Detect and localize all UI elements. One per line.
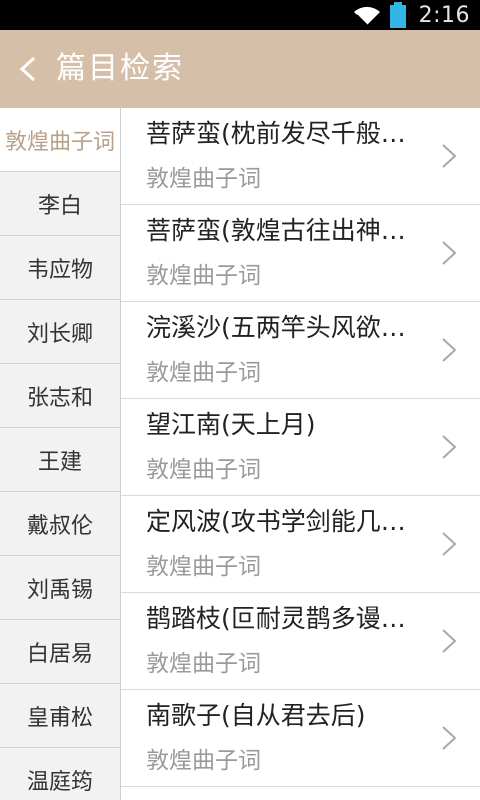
chevron-right-icon [442, 435, 457, 459]
sidebar-item-zhang-zhihe[interactable]: 张志和 [0, 364, 120, 428]
poem-title: 望江南(天上月) [146, 410, 316, 439]
sidebar-item-dai-shulun[interactable]: 戴叔伦 [0, 492, 120, 556]
list-item[interactable]: 望江南(天上月) 敦煌曲子词 [121, 399, 480, 496]
wifi-icon [354, 6, 380, 26]
sidebar-item-dunhuang[interactable]: 敦煌曲子词 [0, 108, 120, 172]
poem-title: 菩萨蛮(枕前发尽千般… [146, 119, 406, 148]
poem-author: 敦煌曲子词 [146, 748, 261, 774]
poem-author: 敦煌曲子词 [146, 166, 261, 192]
chevron-right-icon [442, 726, 457, 750]
sidebar-item-liu-changqing[interactable]: 刘长卿 [0, 300, 120, 364]
poem-title: 浣溪沙(五两竿头风欲… [146, 313, 406, 342]
sidebar-item-wen-tingyun[interactable]: 温庭筠 [0, 748, 120, 800]
list-item[interactable]: 鹊踏枝(叵耐灵鹊多谩… 敦煌曲子词 [121, 593, 480, 690]
poem-author: 敦煌曲子词 [146, 457, 261, 483]
chevron-right-icon [442, 144, 457, 168]
sidebar-item-huangfu-song[interactable]: 皇甫松 [0, 684, 120, 748]
chevron-right-icon [442, 241, 457, 265]
poem-title: 南歌子(自从君去后) [146, 701, 366, 730]
poem-title: 菩萨蛮(敦煌古往出神… [146, 216, 406, 245]
list-item[interactable]: 菩萨蛮(枕前发尽千般… 敦煌曲子词 [121, 108, 480, 205]
poem-list: 菩萨蛮(枕前发尽千般… 敦煌曲子词 菩萨蛮(敦煌古往出神… 敦煌曲子词 浣溪沙(… [121, 108, 480, 800]
poem-author: 敦煌曲子词 [146, 263, 261, 289]
poem-title: 鹊踏枝(叵耐灵鹊多谩… [146, 604, 406, 633]
app-bar: 篇目检索 [0, 30, 480, 108]
poem-author: 敦煌曲子词 [146, 554, 261, 580]
list-item[interactable]: 浣溪沙(五两竿头风欲… 敦煌曲子词 [121, 302, 480, 399]
chevron-right-icon [442, 338, 457, 362]
list-item[interactable]: 菩萨蛮(敦煌古往出神… 敦煌曲子词 [121, 205, 480, 302]
chevron-right-icon [442, 532, 457, 556]
poem-author: 敦煌曲子词 [146, 360, 261, 386]
poem-author: 敦煌曲子词 [146, 651, 261, 677]
sidebar-item-li-bai[interactable]: 李白 [0, 172, 120, 236]
list-item[interactable]: 定风波(攻书学剑能几… 敦煌曲子词 [121, 496, 480, 593]
poem-title: 定风波(攻书学剑能几… [146, 507, 406, 536]
chevron-right-icon [442, 629, 457, 653]
battery-icon [390, 2, 406, 28]
author-sidebar: 敦煌曲子词 李白 韦应物 刘长卿 张志和 王建 戴叔伦 刘禹锡 白居易 皇甫松 … [0, 108, 121, 800]
back-arrow-icon[interactable] [14, 54, 44, 84]
list-item[interactable]: 南歌子(自从君去后) 敦煌曲子词 [121, 690, 480, 787]
page-title: 篇目检索 [56, 51, 184, 86]
sidebar-item-wang-jian[interactable]: 王建 [0, 428, 120, 492]
status-bar: 2:16 [0, 0, 480, 30]
sidebar-item-bai-juyi[interactable]: 白居易 [0, 620, 120, 684]
sidebar-item-liu-yuxi[interactable]: 刘禹锡 [0, 556, 120, 620]
status-time: 2:16 [418, 3, 470, 28]
sidebar-item-wei-yingwu[interactable]: 韦应物 [0, 236, 120, 300]
